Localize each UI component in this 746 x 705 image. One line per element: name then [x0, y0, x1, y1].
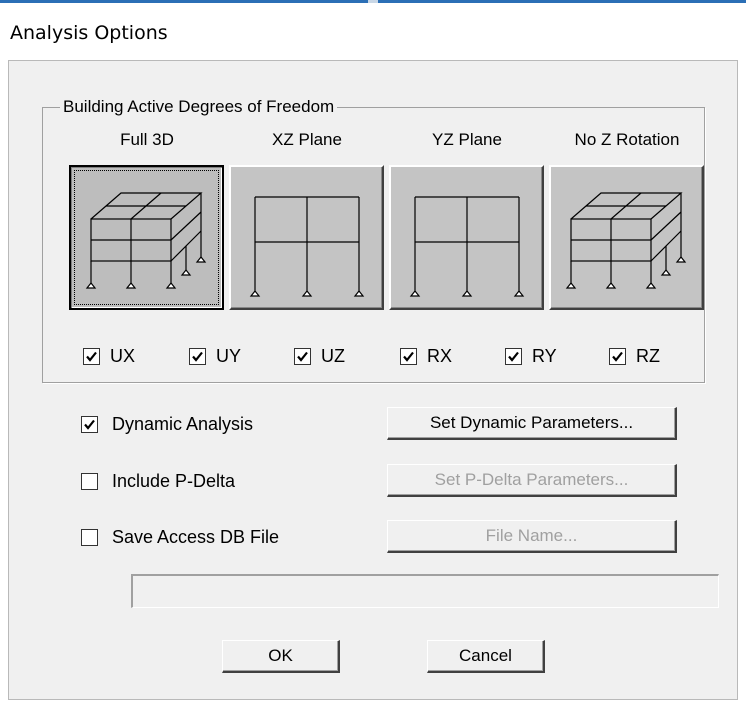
- 3d-building-frame-icon: [557, 173, 697, 303]
- ok-button[interactable]: OK: [222, 640, 340, 673]
- file-name-button[interactable]: File Name...: [387, 520, 677, 553]
- checkbox-box[interactable]: [189, 348, 206, 365]
- preset-caption-full-3d: Full 3D: [120, 130, 174, 149]
- dof-rx-label: RX: [427, 346, 453, 366]
- checkbox-box[interactable]: [505, 348, 522, 365]
- dof-rx-checkbox[interactable]: RX: [400, 346, 452, 367]
- preset-caption-no-z-rotation: No Z Rotation: [574, 130, 680, 149]
- dof-ux-label: UX: [110, 346, 136, 366]
- checkbox-box[interactable]: [83, 348, 100, 365]
- window-top-notch: [368, 0, 378, 3]
- dof-groupbox: Building Active Degrees of Freedom Full …: [42, 97, 705, 383]
- full-3d-button[interactable]: [69, 165, 224, 310]
- dof-group-legend: Building Active Degrees of Freedom: [60, 97, 338, 117]
- dialog-panel: Building Active Degrees of Freedom Full …: [8, 60, 738, 700]
- set-p-delta-parameters-button[interactable]: Set P-Delta Parameters...: [387, 464, 677, 497]
- dynamic-analysis-checkbox[interactable]: Dynamic Analysis: [81, 414, 253, 435]
- checkbox-box[interactable]: [609, 348, 626, 365]
- checkmark-icon: [403, 351, 414, 362]
- set-dynamic-parameters-button[interactable]: Set Dynamic Parameters...: [387, 407, 677, 440]
- include-p-delta-checkbox[interactable]: Include P-Delta: [81, 471, 235, 492]
- preset-caption-yz-plane: YZ Plane: [432, 130, 502, 149]
- save-access-db-file-label: Save Access DB File: [112, 527, 280, 547]
- dof-ry-label: RY: [532, 346, 557, 366]
- checkbox-box[interactable]: [81, 529, 98, 546]
- checkmark-icon: [192, 351, 203, 362]
- checkbox-box[interactable]: [294, 348, 311, 365]
- include-p-delta-label: Include P-Delta: [112, 471, 236, 491]
- no-z-rotation-button[interactable]: [549, 165, 704, 310]
- yz-plane-button[interactable]: [389, 165, 544, 310]
- checkmark-icon: [508, 351, 519, 362]
- save-access-db-file-checkbox[interactable]: Save Access DB File: [81, 527, 279, 548]
- dof-uy-checkbox[interactable]: UY: [189, 346, 241, 367]
- checkmark-icon: [86, 351, 97, 362]
- cancel-button[interactable]: Cancel: [427, 640, 545, 673]
- xz-plane-button[interactable]: [229, 165, 384, 310]
- checkbox-box[interactable]: [81, 473, 98, 490]
- dof-rz-label: RZ: [636, 346, 660, 366]
- 3d-building-frame-icon: [77, 173, 217, 303]
- 2d-plane-frame-icon: [397, 173, 537, 303]
- dof-uz-label: UZ: [321, 346, 345, 366]
- checkmark-icon: [297, 351, 308, 362]
- preset-caption-xz-plane: XZ Plane: [272, 130, 342, 149]
- checkbox-box[interactable]: [400, 348, 417, 365]
- dof-uz-checkbox[interactable]: UZ: [294, 346, 345, 367]
- dof-uy-label: UY: [216, 346, 242, 366]
- 2d-plane-frame-icon: [237, 173, 377, 303]
- file-path-display: [131, 574, 719, 608]
- dynamic-analysis-label: Dynamic Analysis: [112, 414, 254, 434]
- dof-ux-checkbox[interactable]: UX: [83, 346, 135, 367]
- dialog-title: Analysis Options: [10, 22, 168, 44]
- checkbox-box[interactable]: [81, 416, 98, 433]
- checkmark-icon: [84, 419, 95, 430]
- dof-rz-checkbox[interactable]: RZ: [609, 346, 660, 367]
- dof-ry-checkbox[interactable]: RY: [505, 346, 557, 367]
- checkmark-icon: [612, 351, 623, 362]
